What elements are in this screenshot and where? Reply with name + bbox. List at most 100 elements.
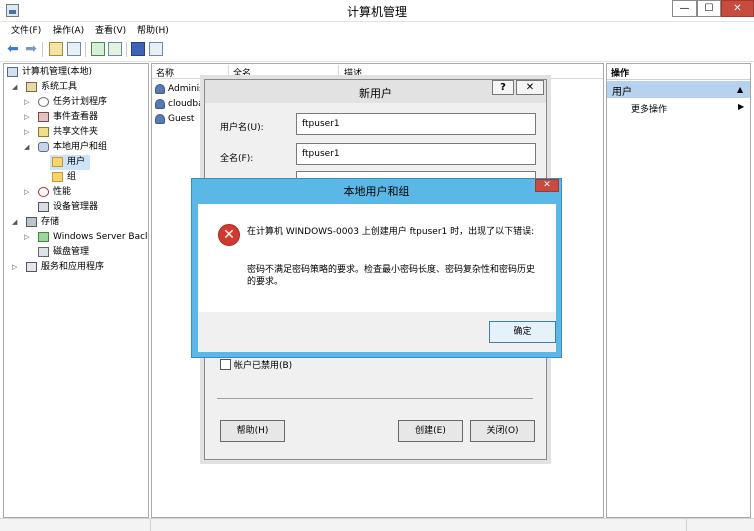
- users-group-icon: [38, 142, 49, 152]
- close-button[interactable]: ✕: [721, 0, 754, 17]
- clock-icon: [38, 97, 49, 107]
- computer-icon: [7, 67, 18, 77]
- tree-item-device-manager[interactable]: 设备管理器: [24, 200, 147, 215]
- folder-icon: [52, 172, 63, 182]
- tree-item-performance[interactable]: ▷ 性能: [24, 185, 147, 200]
- minimize-button[interactable]: —: [672, 0, 697, 17]
- tree-item-disk-management[interactable]: 磁盘管理: [24, 245, 147, 260]
- status-separator: [686, 519, 687, 531]
- collapsed-arrow-icon[interactable]: ▷: [24, 95, 29, 110]
- menu-action[interactable]: 操作(A): [53, 23, 84, 36]
- expanded-arrow-icon[interactable]: ◢: [12, 80, 17, 95]
- storage-icon: [26, 217, 37, 227]
- close-dialog-button[interactable]: 关闭(O): [470, 420, 535, 442]
- action-pane-icon[interactable]: [149, 42, 163, 56]
- tree-item-local-users-groups[interactable]: ◢ 本地用户和组: [24, 140, 147, 155]
- column-header-description[interactable]: 描述: [344, 66, 362, 79]
- collapsed-arrow-icon[interactable]: ▷: [24, 125, 29, 140]
- expanded-arrow-icon[interactable]: ◢: [24, 140, 29, 155]
- shared-folder-icon: [38, 127, 49, 137]
- collapsed-arrow-icon[interactable]: ▷: [24, 185, 29, 200]
- dialog-close-button[interactable]: ✕: [516, 80, 544, 95]
- error-message-primary: 在计算机 WINDOWS-0003 上创建用户 ftpuser1 时，出现了以下…: [247, 227, 535, 237]
- user-icon: [155, 84, 165, 94]
- tree-item-computer-management[interactable]: 计算机管理(本地): [7, 65, 147, 80]
- export-list-icon[interactable]: [108, 42, 122, 56]
- submenu-arrow-icon[interactable]: ▶: [738, 102, 744, 111]
- column-separator[interactable]: [338, 65, 339, 78]
- expanded-arrow-icon[interactable]: ◢: [12, 215, 17, 230]
- toolbar-separator: [126, 42, 127, 57]
- toolbar-separator: [85, 42, 86, 57]
- tree-item-task-scheduler[interactable]: ▷ 任务计划程序: [24, 95, 147, 110]
- column-header-fullname[interactable]: 全名: [233, 66, 251, 79]
- dialog-divider: [217, 398, 533, 399]
- console-tree[interactable]: 计算机管理(本地) ◢ 系统工具 ▷ 任务计划程序 ▷ 事件查看器 ▷ 共享文件…: [3, 63, 149, 518]
- actions-header: 操作: [607, 64, 750, 80]
- error-body: ✕ 在计算机 WINDOWS-0003 上创建用户 ftpuser1 时，出现了…: [198, 204, 556, 312]
- actions-pane: 操作 用户 ▲ 更多操作 ▶: [606, 63, 751, 518]
- collapsed-arrow-icon[interactable]: ▷: [24, 230, 29, 245]
- new-user-titlebar: 新用户 ? ✕: [205, 80, 546, 103]
- ok-button[interactable]: 确定: [489, 321, 556, 343]
- fullname-field[interactable]: ftpuser1: [296, 143, 536, 165]
- tree-item-users[interactable]: 用户: [50, 155, 90, 170]
- error-message-detail: 密码不满足密码策略的要求。检查最小密码长度、密码复杂性和密码历史的要求。: [247, 265, 536, 287]
- list-header: 名称 全名 描述: [152, 64, 603, 79]
- status-bar: [0, 518, 754, 531]
- tree-item-system-tools[interactable]: ◢ 系统工具: [12, 80, 147, 95]
- menu-file[interactable]: 文件(F): [11, 23, 41, 36]
- up-folder-icon[interactable]: [49, 42, 63, 56]
- forward-icon[interactable]: ➡: [24, 42, 38, 56]
- user-icon: [155, 114, 165, 124]
- folder-icon: [52, 157, 63, 167]
- collapsed-arrow-icon[interactable]: ▷: [12, 260, 17, 275]
- backup-icon: [38, 232, 49, 242]
- help-icon[interactable]: [131, 42, 145, 56]
- show-hide-tree-icon[interactable]: [67, 42, 81, 56]
- status-separator: [150, 519, 151, 531]
- dialog-help-button[interactable]: ?: [492, 80, 514, 95]
- error-dialog: 本地用户和组 ✕ ✕ 在计算机 WINDOWS-0003 上创建用户 ftpus…: [191, 178, 562, 358]
- tree-item-event-viewer[interactable]: ▷ 事件查看器: [24, 110, 147, 125]
- collapsed-arrow-icon[interactable]: ▷: [24, 110, 29, 125]
- collapse-up-icon[interactable]: ▲: [737, 85, 743, 94]
- title-bar: 计算机管理 — ☐ ✕: [0, 0, 754, 22]
- username-field[interactable]: ftpuser1: [296, 113, 536, 135]
- username-label: 用户名(U):: [220, 123, 264, 133]
- refresh-icon[interactable]: [91, 42, 105, 56]
- tree-item-shared-folders[interactable]: ▷ 共享文件夹: [24, 125, 147, 140]
- account-disabled-checkbox[interactable]: [220, 359, 231, 370]
- maximize-button[interactable]: ☐: [697, 0, 721, 17]
- error-close-button[interactable]: ✕: [535, 179, 559, 192]
- create-button[interactable]: 创建(E): [398, 420, 463, 442]
- tree-item-groups[interactable]: 组: [50, 170, 90, 185]
- menu-help[interactable]: 帮助(H): [137, 23, 169, 36]
- user-icon: [155, 99, 165, 109]
- disk-icon: [38, 247, 49, 257]
- error-dialog-title: 本地用户和组: [343, 185, 410, 198]
- error-footer: 确定: [198, 312, 556, 352]
- performance-icon: [38, 187, 49, 197]
- tree-item-windows-server-backup[interactable]: ▷ Windows Server Back: [24, 230, 147, 245]
- event-viewer-icon: [38, 112, 49, 122]
- toolbar: ⬅ ➡: [0, 38, 754, 62]
- actions-section-users[interactable]: 用户: [607, 81, 750, 98]
- column-header-name[interactable]: 名称: [156, 66, 174, 79]
- toolbar-separator: [42, 42, 43, 57]
- more-actions-link[interactable]: 更多操作: [631, 102, 667, 115]
- tools-icon: [26, 82, 37, 92]
- window-title: 计算机管理: [346, 5, 407, 19]
- account-disabled-label: 帐户已禁用(B): [234, 361, 293, 371]
- column-separator[interactable]: [228, 65, 229, 78]
- menu-bar: 文件(F) 操作(A) 查看(V) 帮助(H): [0, 22, 754, 38]
- menu-view[interactable]: 查看(V): [95, 23, 126, 36]
- tree-item-services-applications[interactable]: ▷ 服务和应用程序: [12, 260, 147, 275]
- back-icon[interactable]: ⬅: [6, 42, 20, 56]
- error-icon: ✕: [218, 224, 240, 246]
- services-icon: [26, 262, 37, 272]
- fullname-label: 全名(F):: [220, 154, 254, 164]
- tree-item-storage[interactable]: ◢ 存储: [12, 215, 147, 230]
- help-button[interactable]: 帮助(H): [220, 420, 285, 442]
- device-manager-icon: [38, 202, 49, 212]
